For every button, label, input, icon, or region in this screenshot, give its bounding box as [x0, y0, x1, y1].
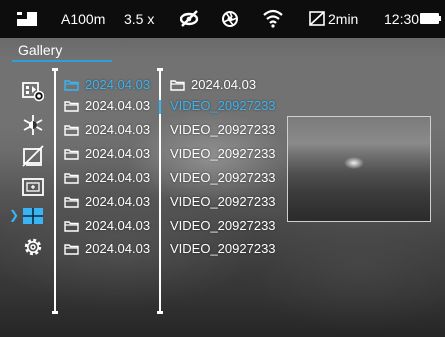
file-label: VIDEO_20927233	[170, 98, 276, 113]
folder-icon	[64, 243, 79, 255]
current-folder-label: 2024.04.03	[191, 77, 257, 92]
folder-icon	[64, 124, 79, 136]
file-label: VIDEO_20927233	[170, 170, 276, 185]
folder-list-scrollbar[interactable]	[52, 68, 58, 314]
folder-item-8[interactable]: 2024.04.03	[64, 240, 150, 258]
gallery-icon[interactable]	[22, 205, 44, 227]
video-preview-thumbnail[interactable]	[287, 116, 431, 222]
folder-label: 2024.04.03	[85, 77, 151, 92]
file-item-6[interactable]: VIDEO_20927233	[170, 217, 276, 235]
picture-mode-icon	[16, 0, 38, 38]
selected-arrow-icon: ❯	[9, 208, 20, 222]
folder-label: 2024.04.03	[85, 194, 151, 209]
file-item-7[interactable]: VIDEO_20927233	[170, 240, 276, 258]
folder-icon	[64, 100, 79, 112]
folder-item-4[interactable]: 2024.04.03	[64, 145, 150, 163]
gallery-title-underline	[12, 60, 112, 62]
folder-item-1[interactable]: 2024.04.03	[64, 76, 150, 94]
file-label: VIDEO_20927233	[170, 218, 276, 233]
file-label: VIDEO_20927233	[170, 122, 276, 137]
gallery-title: Gallery	[18, 42, 63, 58]
wifi-icon	[263, 0, 283, 38]
folder-label: 2024.04.03	[85, 122, 151, 137]
calibration-off-icon[interactable]	[22, 145, 44, 167]
folder-item-5[interactable]: 2024.04.03	[64, 169, 150, 187]
folder-label: 2024.04.03	[85, 218, 151, 233]
folder-icon	[64, 196, 79, 208]
folder-icon	[64, 220, 79, 232]
palette-icon[interactable]	[22, 114, 44, 136]
file-scroll-thumb[interactable]	[159, 100, 161, 114]
folder-item-3[interactable]: 2024.04.03	[64, 121, 150, 139]
file-list-scrollbar[interactable]	[157, 68, 163, 314]
stream-off-icon	[179, 0, 200, 38]
auto-calibration-icon	[309, 0, 325, 38]
battery-icon	[420, 0, 442, 38]
folder-icon	[170, 79, 185, 91]
file-item-3[interactable]: VIDEO_20927233	[170, 145, 276, 163]
folder-label: 2024.04.03	[85, 170, 151, 185]
folder-item-6[interactable]: 2024.04.03	[64, 193, 150, 211]
clock-label: 12:30	[384, 11, 420, 27]
folder-label: 2024.04.03	[85, 241, 151, 256]
zoom-label: 3.5 x	[124, 11, 155, 27]
file-item-2[interactable]: VIDEO_20927233	[170, 121, 276, 139]
file-item-1[interactable]: VIDEO_20927233	[170, 97, 276, 115]
status-bar: A100m 3.5 x 2min 12:30	[0, 0, 445, 38]
file-label: VIDEO_20927233	[170, 146, 276, 161]
folder-icon	[64, 148, 79, 160]
video-record-icon[interactable]	[22, 80, 45, 102]
file-item-5[interactable]: VIDEO_20927233	[170, 193, 276, 211]
range-label: A100m	[61, 11, 106, 27]
folder-item-2[interactable]: 2024.04.03	[64, 97, 150, 115]
folder-icon	[64, 172, 79, 184]
file-label: VIDEO_20927233	[170, 194, 276, 209]
folder-item-7[interactable]: 2024.04.03	[64, 217, 150, 235]
file-item-4[interactable]: VIDEO_20927233	[170, 169, 276, 187]
file-label: VIDEO_20927233	[170, 241, 276, 256]
settings-icon[interactable]	[22, 236, 44, 258]
aperture-icon	[221, 0, 239, 38]
pip-icon[interactable]	[22, 176, 44, 198]
thermal-viewfinder: A100m 3.5 x 2min 12:30 Gallery ❯ 2024.04…	[0, 0, 445, 337]
timer-label: 2min	[328, 11, 359, 27]
folder-label: 2024.04.03	[85, 98, 151, 113]
current-folder-header: 2024.04.03	[170, 76, 256, 94]
folder-icon	[64, 79, 79, 91]
folder-label: 2024.04.03	[85, 146, 151, 161]
